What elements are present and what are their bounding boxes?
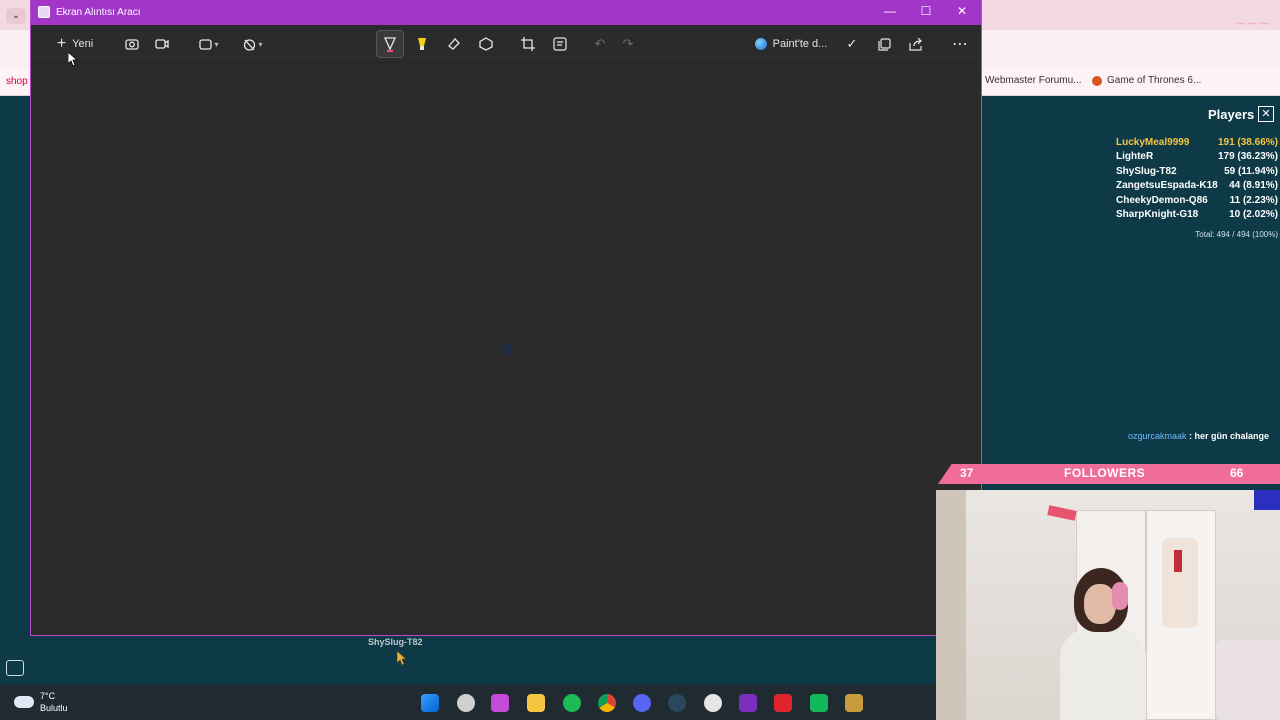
browser-app-icon[interactable] — [457, 694, 475, 712]
chevron-down-icon: ▾ — [258, 39, 263, 49]
players-total: Total: 494 / 494 (100%) — [1195, 230, 1278, 239]
player-name: SharpKnight-G18 — [1116, 209, 1199, 220]
streamer — [1056, 568, 1146, 720]
league-of-legends-icon[interactable] — [845, 694, 863, 712]
tab-list-chevron-icon[interactable]: ⌄ — [6, 8, 26, 24]
text-actions-icon[interactable] — [551, 33, 569, 55]
discord-icon[interactable] — [633, 694, 651, 712]
steam-icon[interactable] — [668, 694, 686, 712]
player-name: ShySlug-T82 — [1116, 166, 1177, 177]
camera-mode-icon[interactable] — [123, 33, 141, 55]
cloud-icon — [14, 696, 34, 708]
player-score: 44 (8.91%) — [1229, 180, 1278, 191]
more-options-icon[interactable]: ⋯ — [951, 33, 969, 55]
mouse-cursor-icon — [68, 52, 78, 67]
player-name: LuckyMeal9999 — [1116, 137, 1190, 148]
undo-icon[interactable]: ↶ — [591, 33, 609, 55]
streamer-body — [1060, 628, 1146, 720]
webcam-feed — [936, 490, 1280, 720]
window-title: Ekran Alıntısı Aracı — [56, 7, 141, 18]
followers-goal: 66 — [1230, 466, 1244, 480]
player-score: 191 (38.66%) — [1217, 137, 1278, 148]
close-icon[interactable]: ✕ — [953, 4, 971, 18]
webcam-decor — [1047, 505, 1077, 521]
bookmark-got[interactable]: Game of Thrones 6... — [1092, 75, 1201, 86]
player-row: CheekyDemon-Q86 11 (2.23%) — [1116, 195, 1278, 206]
chrome-icon[interactable] — [598, 694, 616, 712]
followers-current: 37 — [960, 466, 974, 480]
timer-dropdown[interactable]: ▾ — [239, 33, 267, 55]
chat-bubble-icon[interactable] — [6, 660, 24, 676]
webcam-bed — [1216, 640, 1280, 720]
player-name: ZangetsuEspada-K18 — [1116, 180, 1218, 191]
chat-text: : her gün chalange — [1189, 431, 1270, 441]
player-row: ShySlug-T82 59 (11.94%) — [1116, 166, 1278, 177]
spotify-icon[interactable] — [563, 694, 581, 712]
snip-shape-dropdown[interactable]: ▾ — [195, 33, 223, 55]
player-row: ZangetsuEspada-K18 44 (8.91%) — [1116, 180, 1278, 191]
player-score: 59 (11.94%) — [1224, 166, 1278, 177]
player-name: CheekyDemon-Q86 — [1116, 195, 1208, 206]
bookmark-label: Webmaster Forumu... — [985, 75, 1082, 86]
chat-username: ozgurcakmaak — [1128, 431, 1187, 441]
player-score: 11 (2.23%) — [1229, 195, 1278, 206]
paint-app-icon — [754, 38, 767, 50]
check-icon[interactable]: ✓ — [843, 33, 861, 55]
bookmark-label: Game of Thrones 6... — [1107, 75, 1202, 86]
player-row: SharpKnight-G18 10 (2.02%) — [1116, 209, 1278, 220]
settings-gear-icon[interactable] — [704, 694, 722, 712]
redo-icon[interactable]: ↷ — [619, 33, 637, 55]
cursor-user-label: ShySlug-T82 — [368, 637, 423, 647]
file-explorer-icon[interactable] — [527, 694, 545, 712]
close-icon[interactable]: ✕ — [1258, 106, 1274, 122]
open-in-paint-button[interactable]: Paint'te d... — [751, 33, 831, 55]
chat-message: ozgurcakmaak : her gün chalange — [1128, 429, 1278, 444]
snipping-tool-taskbar-icon[interactable] — [491, 694, 509, 712]
bookmark-shop[interactable]: shop — [6, 76, 28, 87]
snipping-tool-window: Ekran Alıntısı Aracı — ☐ ✕ + Yeni ▾ ▾ ↶ … — [30, 0, 982, 636]
weather-text: 7°C Bulutlu — [40, 690, 68, 714]
weather-temp: 7°C — [40, 691, 56, 701]
riot-icon[interactable] — [774, 694, 792, 712]
player-row: LighteR 179 (36.23%) — [1116, 151, 1278, 162]
player-score: 10 (2.02%) — [1229, 209, 1278, 220]
copy-icon[interactable] — [875, 33, 893, 55]
snip-canvas-mark — [503, 343, 511, 354]
share-icon[interactable] — [907, 33, 925, 55]
shapes-icon[interactable] — [477, 33, 495, 55]
window-titlebar[interactable]: Ekran Alıntısı Aracı — ☐ ✕ — [31, 0, 981, 25]
player-name: LighteR — [1116, 151, 1154, 162]
plus-icon: + — [56, 35, 67, 52]
players-panel: Players ✕ LuckyMeal9999 191 (38.66%) Lig… — [1108, 104, 1280, 244]
remote-cursor-icon — [397, 651, 407, 665]
players-title: Players — [1208, 107, 1255, 122]
game-launcher-icon[interactable] — [810, 694, 828, 712]
chevron-down-icon: ▾ — [214, 39, 219, 49]
highlighter-icon[interactable] — [413, 33, 431, 55]
paint-label: Paint'te d... — [772, 38, 828, 50]
headset-icon — [1112, 582, 1128, 610]
followers-title: FOLLOWERS — [1064, 466, 1146, 480]
snip-toolbar: + Yeni ▾ ▾ ↶ ↷ Paint'te d... ✓ ⋯ — [31, 25, 981, 63]
player-score: 179 (36.23%) — [1217, 151, 1278, 162]
maximize-icon[interactable]: ☐ — [917, 4, 935, 18]
weather-condition: Bulutlu — [40, 703, 68, 713]
webcam-bag — [1174, 550, 1182, 572]
weather-widget[interactable]: 7°C Bulutlu — [14, 690, 68, 714]
player-row: LuckyMeal9999 191 (38.66%) — [1116, 137, 1278, 148]
new-label: Yeni — [72, 38, 94, 50]
stream-badge-icon — [1254, 490, 1280, 510]
webcam-shelf — [936, 490, 966, 720]
snipping-tool-app-icon — [38, 6, 50, 18]
crop-icon[interactable] — [519, 33, 537, 55]
minimize-icon[interactable]: — — [881, 4, 899, 18]
site-favicon-icon — [1092, 75, 1102, 86]
onenote-icon[interactable] — [739, 694, 757, 712]
bookmark-webmaster[interactable]: Webmaster Forumu... — [985, 75, 1082, 86]
ballpoint-pen-icon[interactable] — [376, 30, 404, 58]
video-mode-icon[interactable] — [153, 33, 171, 55]
eraser-icon[interactable] — [445, 33, 463, 55]
start-icon[interactable] — [421, 694, 439, 712]
